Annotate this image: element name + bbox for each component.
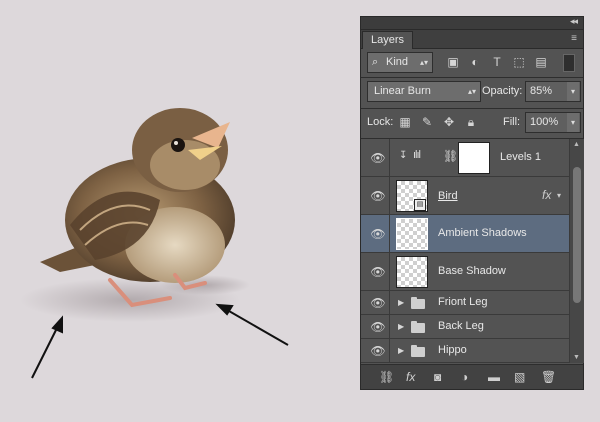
filter-kind-label: Kind	[386, 56, 409, 68]
lock-transparency-icon[interactable]: ▦	[397, 115, 413, 129]
expand-triangle-icon[interactable]: ▶	[398, 322, 404, 331]
fill-field[interactable]: 100% ▾	[525, 112, 581, 133]
chevron-down-icon[interactable]: ▾	[567, 113, 579, 132]
folder-icon	[411, 321, 425, 333]
smart-object-icon: ▤	[414, 199, 426, 211]
visibility-eye-icon[interactable]: 👁︎	[369, 296, 387, 310]
layer-group-friont-leg[interactable]: 👁︎ ▶ Friont Leg	[361, 291, 569, 315]
panel-menu-icon[interactable]: ≡	[571, 33, 577, 44]
layer-name: Ambient Shadows	[438, 227, 527, 239]
visibility-eye-icon[interactable]: 👁︎	[369, 320, 387, 334]
expand-triangle-icon[interactable]: ▶	[398, 346, 404, 355]
visibility-eye-icon[interactable]: 👁︎	[369, 189, 387, 203]
expand-triangle-icon[interactable]: ▶	[398, 298, 404, 307]
add-mask-icon[interactable]: ◙	[434, 370, 441, 384]
visibility-eye-icon[interactable]: 👁︎	[369, 227, 387, 241]
layer-group-back-leg[interactable]: 👁︎ ▶ Back Leg	[361, 315, 569, 339]
layer-thumbnail[interactable]	[396, 218, 428, 250]
opacity-label: Opacity:	[482, 85, 523, 97]
chain-link-icon[interactable]: ⛓︎	[443, 149, 458, 163]
lock-brush-icon[interactable]: ✎	[419, 115, 435, 129]
adjustment-filter-icon[interactable]: ◐	[467, 55, 483, 69]
scroll-up-icon[interactable]: ▲	[573, 141, 580, 148]
layer-group-hippo[interactable]: 👁︎ ▶ Hippo	[361, 339, 569, 363]
new-layer-icon[interactable]: ▧	[514, 370, 525, 384]
add-style-fx-icon[interactable]: fx	[406, 370, 415, 384]
filter-row: ⌕ Kind ▴▾ ▣ ◐ T ⬚ ▤	[361, 50, 583, 74]
divider	[389, 139, 390, 176]
visibility-eye-icon[interactable]: 👁︎	[369, 151, 387, 165]
filter-kind-dropdown[interactable]: ⌕ Kind ▴▾	[367, 52, 433, 73]
folder-icon	[411, 297, 425, 309]
divider	[389, 177, 390, 214]
panel-titlebar[interactable]: ◂◂	[361, 16, 583, 30]
chevron-down-icon[interactable]: ▾	[567, 82, 579, 101]
layer-name: Base Shadow	[438, 265, 506, 277]
scrollbar-thumb[interactable]	[573, 167, 581, 303]
layers-list: 👁︎ ↧ ılıl ⛓︎ Levels 1 👁︎ ▤ Bird fx ▾ 👁︎ …	[361, 139, 569, 363]
layers-panel: ◂◂ Layers ≡ ⌕ Kind ▴▾ ▣ ◐ T ⬚ ▤ Linear B…	[360, 16, 584, 390]
layers-bottom-toolbar: ⛓︎ fx ◙ ◑ ▬ ▧ 🗑︎	[361, 364, 583, 389]
layer-name: Friont Leg	[438, 296, 488, 308]
fill-value: 100%	[530, 116, 559, 128]
layer-name: Levels 1	[500, 151, 541, 163]
updown-icon: ▴▾	[419, 58, 428, 67]
delete-layer-icon[interactable]: 🗑︎	[541, 370, 556, 384]
lock-row: Lock: ▦ ✎ ✥ 🔒︎ Fill: 100% ▾	[361, 109, 583, 137]
visibility-eye-icon[interactable]: 👁︎	[369, 265, 387, 279]
layer-name: Back Leg	[438, 320, 484, 332]
filter-toggle[interactable]	[563, 54, 575, 72]
shape-filter-icon[interactable]: ⬚	[511, 55, 527, 69]
fill-label: Fill:	[503, 116, 521, 128]
opacity-value: 85%	[530, 85, 553, 97]
divider	[389, 339, 390, 362]
fx-icon[interactable]: fx	[542, 188, 551, 202]
tab-layers[interactable]: Layers	[362, 31, 414, 49]
smart-object-filter-icon[interactable]: ▤	[533, 55, 549, 69]
lock-position-icon[interactable]: ✥	[441, 115, 457, 129]
updown-icon: ▴▾	[467, 87, 476, 96]
scroll-down-icon[interactable]: ▼	[573, 354, 580, 361]
levels-histogram-icon: ılıl	[413, 149, 421, 161]
layer-name: Bird	[438, 190, 458, 202]
panel-tabbar: Layers ≡	[361, 30, 583, 49]
layer-row-bird[interactable]: 👁︎ ▤ Bird fx ▾	[361, 177, 569, 215]
blend-mode-dropdown[interactable]: Linear Burn ▴▾	[367, 81, 481, 102]
visibility-eye-icon[interactable]: 👁︎	[369, 344, 387, 358]
layer-thumbnail[interactable]	[396, 256, 428, 288]
collapse-icon[interactable]: ◂◂	[570, 16, 578, 27]
divider	[389, 215, 390, 252]
layer-row-base-shadow[interactable]: 👁︎ Base Shadow	[361, 253, 569, 291]
divider	[389, 253, 390, 290]
folder-icon	[411, 345, 425, 357]
lock-label: Lock:	[367, 116, 394, 128]
blend-row: Linear Burn ▴▾ Opacity: 85% ▾	[361, 79, 583, 105]
type-filter-icon[interactable]: T	[489, 55, 505, 69]
opacity-field[interactable]: 85% ▾	[525, 81, 581, 102]
chevron-down-icon[interactable]: ▾	[557, 191, 561, 200]
clip-arrow-icon: ↧	[399, 150, 408, 161]
link-layers-icon[interactable]: ⛓︎	[379, 370, 394, 384]
image-filter-icon[interactable]: ▣	[445, 55, 461, 69]
new-adjustment-icon[interactable]: ◑	[461, 370, 468, 384]
divider	[361, 77, 583, 78]
lock-all-icon[interactable]: 🔒︎	[463, 115, 479, 129]
layer-row-levels-1[interactable]: 👁︎ ↧ ılıl ⛓︎ Levels 1	[361, 139, 569, 177]
layer-row-ambient-shadows[interactable]: 👁︎ Ambient Shadows	[361, 215, 569, 253]
blend-mode-value: Linear Burn	[374, 85, 431, 97]
layer-name: Hippo	[438, 344, 467, 356]
layer-mask-thumbnail[interactable]	[458, 142, 490, 174]
layers-scrollbar[interactable]: ▲ ▼	[569, 139, 584, 363]
search-icon: ⌕	[372, 56, 379, 68]
divider	[389, 291, 390, 314]
new-group-icon[interactable]: ▬	[488, 370, 500, 384]
divider	[389, 315, 390, 338]
